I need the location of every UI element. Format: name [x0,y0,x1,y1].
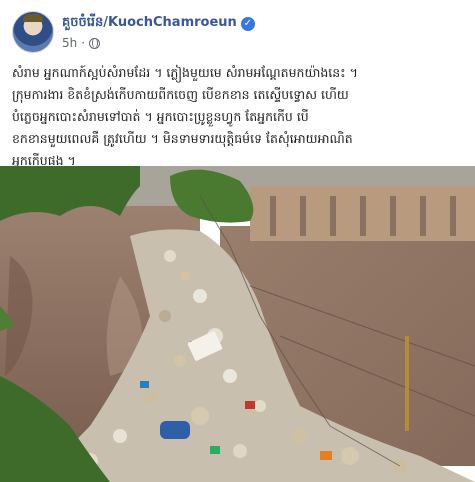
author-avatar[interactable] [12,11,54,53]
author-row: គួចចំរើន/KuochChamroeun ✓ [62,14,255,33]
post-header: គួចចំរើន/KuochChamroeun ✓ 5h · [12,10,255,54]
globe-privacy-icon[interactable] [89,37,101,49]
author-name-link[interactable]: គួចចំរើន/KuochChamroeun [62,14,237,33]
timestamp-row: 5h · [62,36,255,50]
photo-canal-trash [0,166,475,482]
avatar-cap-icon [23,14,43,22]
separator-dot: · [81,36,86,50]
verified-badge-icon: ✓ [240,16,255,31]
post-body-text: សំរាម អ្នកណាក៍ស្អប់សំរាមដែរ ។ ភ្លៀងមួយមេ… [12,65,358,168]
post-photo[interactable] [0,166,475,482]
post-timestamp[interactable]: 5h [62,36,77,50]
facebook-post: គួចចំរើន/KuochChamroeun ✓ 5h · សំរាម អ្ន… [0,0,475,482]
post-meta: គួចចំរើន/KuochChamroeun ✓ 5h · [62,14,255,50]
